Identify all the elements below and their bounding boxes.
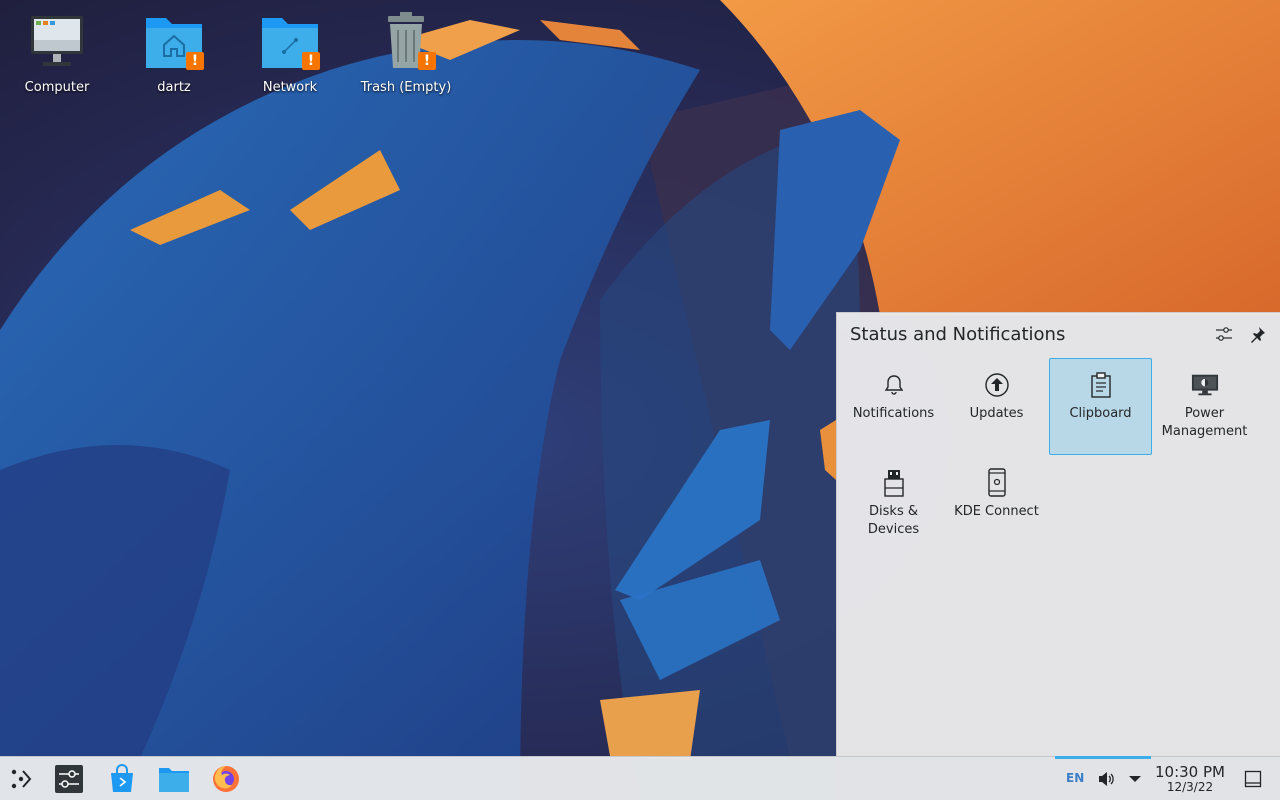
desktop-icon-label: Trash (Empty) xyxy=(360,80,452,95)
clock-time[interactable]: 10:30 PM xyxy=(1152,763,1228,781)
keyboard-layout-indicator[interactable]: EN xyxy=(1066,771,1084,785)
firefox-launcher[interactable] xyxy=(210,763,242,795)
system-settings-launcher[interactable] xyxy=(53,763,85,795)
system-settings-icon xyxy=(55,765,83,793)
status-item-disks-devices[interactable]: Disks & Devices xyxy=(842,456,945,553)
usb-drive-icon xyxy=(880,469,908,497)
monitor-brightness-icon xyxy=(1191,371,1219,399)
desktop-icon-dartz[interactable]: ! dartz xyxy=(124,10,224,102)
network-folder-icon: ! xyxy=(258,10,322,74)
update-arrow-icon xyxy=(983,371,1011,399)
firefox-icon xyxy=(213,766,239,792)
app-launcher-icon xyxy=(11,769,32,789)
status-item-power-management[interactable]: Power Management xyxy=(1153,358,1256,455)
status-item-updates[interactable]: Updates xyxy=(945,358,1048,455)
status-item-clipboard[interactable]: Clipboard xyxy=(1049,358,1152,455)
phone-icon xyxy=(983,468,1011,497)
volume-icon xyxy=(1099,772,1114,786)
pin-icon xyxy=(1251,327,1265,343)
discover-icon xyxy=(111,764,133,792)
pin-button[interactable] xyxy=(1244,320,1272,348)
desktop-icon-network[interactable]: ! Network xyxy=(240,10,340,102)
dolphin-launcher[interactable] xyxy=(158,763,190,795)
status-item-label: KDE Connect xyxy=(954,504,1039,519)
clipboard-icon xyxy=(1087,371,1115,399)
desktop-icon-computer[interactable]: Computer xyxy=(7,10,107,102)
home-folder-icon: ! xyxy=(142,10,206,74)
discover-launcher[interactable] xyxy=(106,763,138,795)
desktop-icon-label: dartz xyxy=(157,80,191,95)
warning-badge: ! xyxy=(186,52,204,70)
expand-tray-arrow-icon xyxy=(1129,776,1141,782)
show-desktop-icon xyxy=(1244,770,1262,788)
warning-badge: ! xyxy=(418,52,436,70)
clock-date[interactable]: 12/3/22 xyxy=(1152,780,1228,794)
warning-badge: ! xyxy=(302,52,320,70)
desktop-icon-label: Computer xyxy=(24,80,90,95)
app-launcher-button[interactable] xyxy=(5,763,37,795)
popup-title: Status and Notifications xyxy=(850,323,1066,345)
status-item-kde-connect[interactable]: KDE Connect xyxy=(945,456,1048,553)
desktop-icon-trash[interactable]: ! Trash (Empty) xyxy=(356,10,456,102)
popup-header: Status and Notifications xyxy=(837,313,1280,355)
expand-tray-button[interactable] xyxy=(1119,763,1151,795)
active-tray-indicator xyxy=(1055,756,1151,759)
taskbar: EN 10:30 PM 12/3/22 xyxy=(0,756,1280,800)
status-item-label: Updates xyxy=(969,406,1024,421)
status-item-label: Disks & Devices xyxy=(867,504,920,537)
status-item-label: Power Management xyxy=(1161,406,1248,439)
status-notifications-popup: Status and Notifications Notifications U… xyxy=(836,312,1280,756)
status-item-label: Notifications xyxy=(852,406,935,421)
configure-button[interactable] xyxy=(1210,320,1238,348)
computer-icon xyxy=(25,10,89,74)
status-item-label: Clipboard xyxy=(1069,406,1132,421)
desktop-icon-label: Network xyxy=(262,80,318,95)
bell-icon xyxy=(880,371,908,399)
show-desktop-button[interactable] xyxy=(1237,763,1269,795)
dolphin-icon xyxy=(159,768,189,792)
volume-button[interactable] xyxy=(1090,763,1122,795)
trash-icon: ! xyxy=(374,10,438,74)
configure-icon xyxy=(1216,327,1232,341)
status-item-notifications[interactable]: Notifications xyxy=(842,358,945,455)
